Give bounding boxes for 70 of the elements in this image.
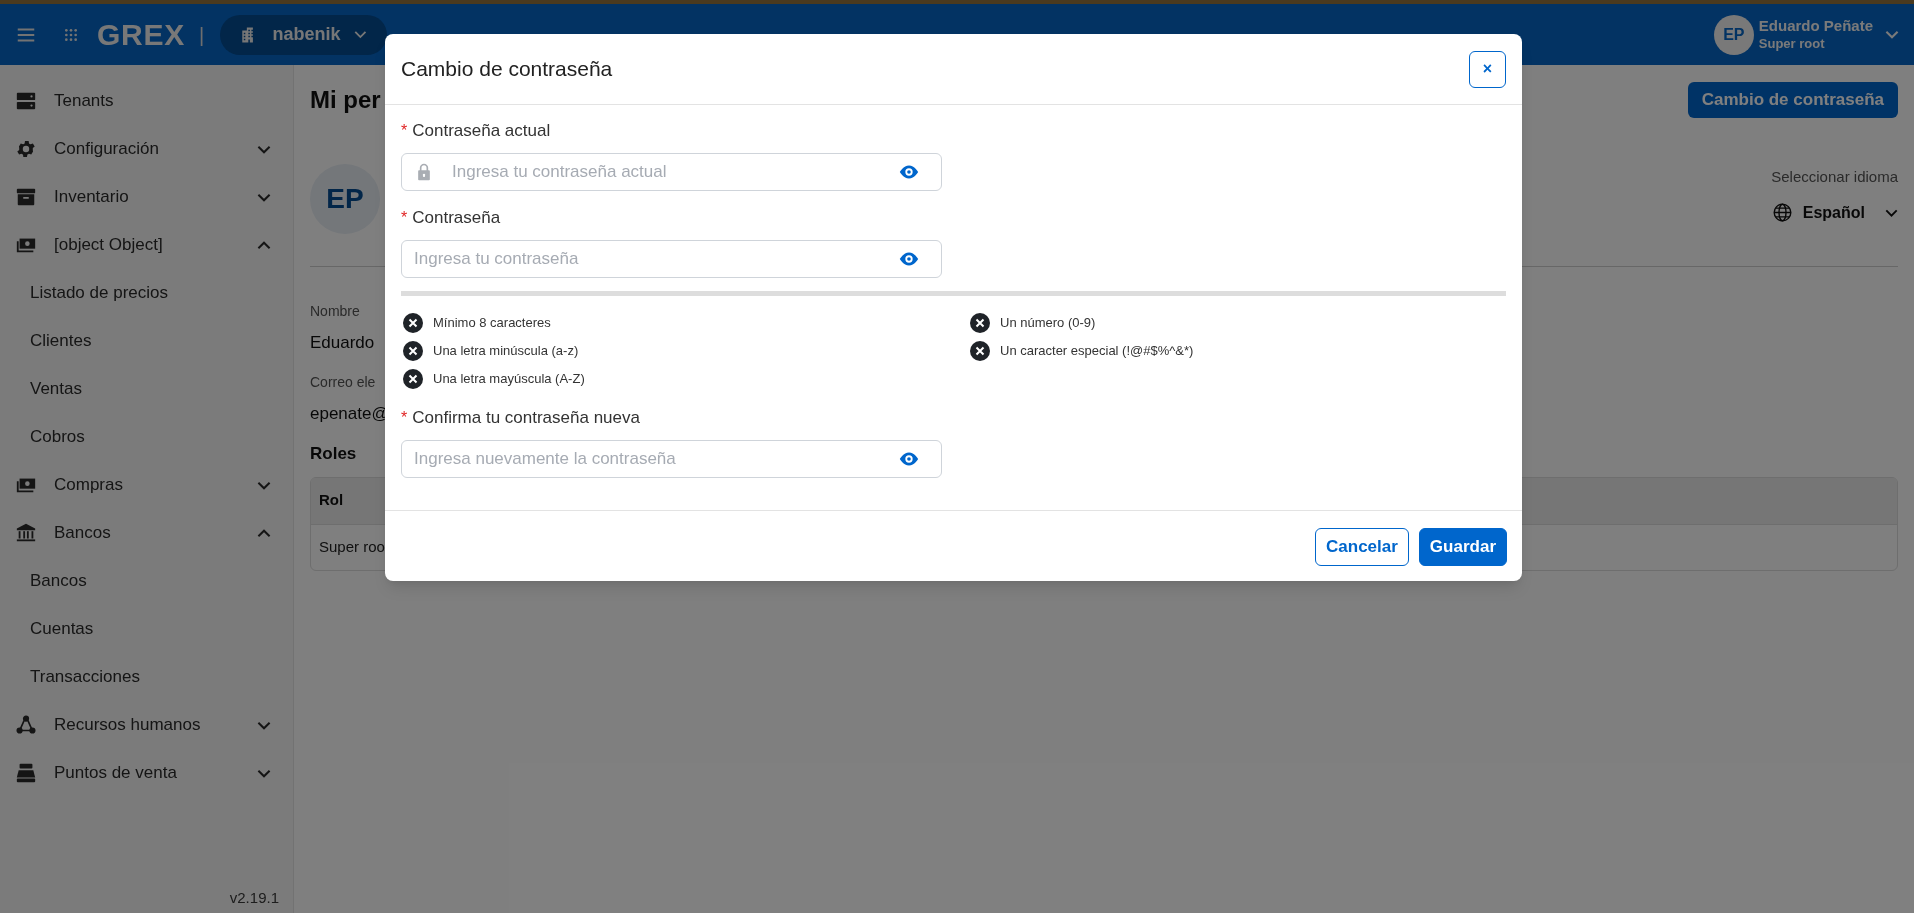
change-password-button[interactable]: Cambio de contraseña xyxy=(1687,82,1898,118)
password-field[interactable]: Ingresa nuevamente la contraseña xyxy=(401,440,942,478)
sidebar-item[interactable]: [object Object] xyxy=(0,221,293,269)
sidebar-subitem[interactable]: Bancos xyxy=(0,557,293,605)
close-button[interactable]: × xyxy=(1469,50,1506,88)
field-label: Contraseña actual xyxy=(412,120,551,143)
settings-icon xyxy=(15,138,37,160)
sidebar-subitem[interactable]: Listado de precios xyxy=(0,269,293,317)
globe-icon xyxy=(1771,202,1793,223)
required-mark: * xyxy=(401,208,408,228)
version-label: v2.19.1 xyxy=(229,887,279,908)
chevron-down-icon xyxy=(257,768,271,778)
chevron-up-icon xyxy=(257,240,271,250)
chevron-down-icon xyxy=(257,192,271,202)
language-selector[interactable]: Español xyxy=(1771,200,1898,225)
field-label: Correo ele xyxy=(310,372,376,392)
field-label: Confirma tu contraseña nueva xyxy=(412,407,640,430)
field-value: Eduardo xyxy=(310,332,375,354)
sidebar-item[interactable]: Puntos de venta xyxy=(0,749,293,797)
cancel-button[interactable]: Cancelar xyxy=(1315,528,1409,566)
user-name: Eduardo Peñate xyxy=(1758,17,1873,36)
field-value: epenate@ xyxy=(310,402,389,425)
dialog-title: Cambio de contraseña xyxy=(401,56,613,83)
sidebar-item[interactable]: Compras xyxy=(0,461,293,509)
sidebar-item[interactable]: Bancos xyxy=(0,509,293,557)
profile-avatar: EP xyxy=(310,164,380,234)
sidebar-item[interactable]: Configuración xyxy=(0,125,293,173)
sidebar-item[interactable]: Inventario xyxy=(0,173,293,221)
people-network-icon xyxy=(15,714,37,736)
sidebar-subitem[interactable]: Ventas xyxy=(0,365,293,413)
chevron-down-icon xyxy=(354,30,368,39)
requirement-text: Un caracter especial (!@#$%^&*) xyxy=(1000,342,1194,361)
chevron-down-icon xyxy=(257,720,271,730)
sidebar-subitem[interactable]: Cuentas xyxy=(0,605,293,653)
sidebar-subitem[interactable]: Clientes xyxy=(0,317,293,365)
password-field[interactable]: Ingresa tu contraseña actual xyxy=(401,153,942,191)
cash-register-icon xyxy=(15,762,37,784)
chevron-down-icon xyxy=(257,480,271,490)
app-logo: GREX xyxy=(97,17,186,53)
requirement-text: Una letra mayúscula (A-Z) xyxy=(433,370,585,389)
server-icon xyxy=(15,90,37,112)
field-label: Nombre xyxy=(310,302,360,321)
sidebar-item[interactable]: Tenants xyxy=(0,77,293,125)
apps-icon[interactable] xyxy=(63,26,79,43)
sidebar-subitem[interactable]: Cobros xyxy=(0,413,293,461)
chevron-down-icon xyxy=(257,144,271,154)
password-field[interactable]: Ingresa tu contraseña xyxy=(401,240,942,278)
sidebar-item[interactable]: Recursos humanos xyxy=(0,701,293,749)
archive-box-icon xyxy=(15,186,37,208)
language-label: Seleccionar idioma xyxy=(1771,167,1898,187)
user-role: Super root xyxy=(1758,35,1826,52)
required-mark: * xyxy=(401,408,408,428)
chevron-up-icon xyxy=(257,528,271,538)
requirement-text: Un número (0-9) xyxy=(1000,314,1096,333)
bank-icon xyxy=(15,522,37,544)
sidebar-subitem[interactable]: Transacciones xyxy=(0,653,293,701)
chevron-down-icon[interactable] xyxy=(1885,30,1899,39)
logo-separator: | xyxy=(199,22,205,48)
section-title: Roles xyxy=(310,443,357,465)
save-button[interactable]: Guardar xyxy=(1418,528,1507,566)
requirement-text: Una letra minúscula (a-z) xyxy=(433,342,579,361)
column-header: Rol xyxy=(319,490,344,511)
field-label: Contraseña xyxy=(412,207,501,230)
page-title: Mi per xyxy=(310,85,381,115)
requirement-text: Mínimo 8 caracteres xyxy=(433,314,551,333)
user-avatar[interactable]: EP xyxy=(1713,14,1754,55)
table-cell-text: Super roo xyxy=(319,536,385,557)
organization-selector[interactable]: nabenik xyxy=(220,14,388,55)
required-mark: * xyxy=(401,121,408,141)
chevron-down-icon xyxy=(1885,208,1898,217)
